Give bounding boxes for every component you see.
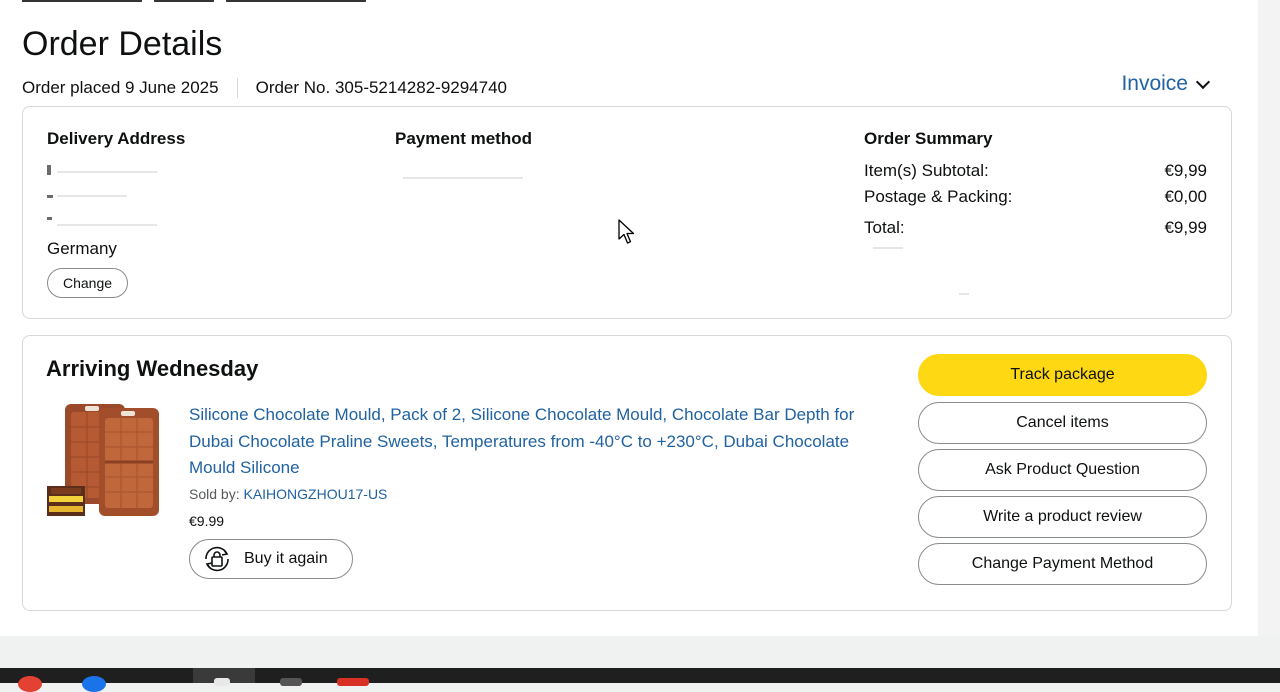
- redacted-address-line: [47, 165, 51, 175]
- order-summary-heading: Order Summary: [864, 129, 993, 148]
- summary-postage-row: Postage & Packing: €0,00: [864, 187, 1207, 207]
- page-title: Order Details: [22, 25, 223, 63]
- redacted-address-line: [57, 224, 157, 226]
- sold-by: Sold by: KAIHONGZHOU17-US: [189, 486, 387, 502]
- redacted-summary-line: [873, 247, 903, 249]
- payment-method-heading: Payment method: [395, 129, 532, 148]
- product-image[interactable]: [47, 402, 161, 522]
- sold-by-label: Sold by:: [189, 486, 240, 502]
- taskbar-app-icon[interactable]: [18, 676, 42, 692]
- item-price: €9.99: [189, 513, 225, 529]
- taskbar: [0, 668, 1280, 692]
- write-review-button[interactable]: Write a product review: [918, 496, 1207, 538]
- taskbar-app-icon[interactable]: [82, 676, 106, 692]
- product-title-link[interactable]: Silicone Chocolate Mould, Pack of 2, Sil…: [189, 402, 899, 482]
- redacted-payment-line: [403, 177, 523, 179]
- buy-again-button[interactable]: Buy it again: [189, 539, 353, 579]
- invoice-dropdown[interactable]: Invoice: [1121, 72, 1211, 96]
- page-scrollbar[interactable]: [1258, 0, 1280, 636]
- redacted-summary-line: [959, 293, 969, 295]
- mouse-cursor-icon: [618, 219, 635, 244]
- redacted-address-line: [57, 195, 127, 197]
- change-payment-method-button[interactable]: Change Payment Method: [918, 543, 1207, 585]
- summary-subtotal-row: Item(s) Subtotal: €9,99: [864, 161, 1207, 181]
- redacted-address-line: [47, 195, 53, 198]
- buy-again-label: Buy it again: [244, 550, 328, 567]
- invoice-label: Invoice: [1121, 72, 1188, 95]
- redacted-address-line: [47, 217, 52, 220]
- cut-off-heading: [22, 0, 382, 2]
- delivery-status-heading: Arriving Wednesday: [46, 356, 259, 381]
- shipment-card: Arriving Wednesday Silicone Chocolate Mo…: [22, 335, 1232, 611]
- order-details-page: Order Details Order placed 9 June 2025 O…: [0, 0, 1258, 636]
- summary-label: Total:: [864, 218, 905, 237]
- summary-value: €0,00: [1164, 187, 1207, 206]
- order-info-card: Delivery Address Germany Change Payment …: [22, 106, 1232, 319]
- summary-value: €9,99: [1164, 161, 1207, 180]
- chevron-down-icon: [1195, 74, 1211, 89]
- order-meta: Order placed 9 June 2025 Order No. 305-5…: [22, 76, 507, 100]
- summary-value: €9,99: [1164, 218, 1207, 237]
- redacted-address-line: [57, 171, 157, 173]
- cancel-items-button[interactable]: Cancel items: [918, 402, 1207, 444]
- taskbar-app-icon[interactable]: [280, 678, 302, 686]
- ask-product-question-button[interactable]: Ask Product Question: [918, 449, 1207, 491]
- summary-label: Item(s) Subtotal:: [864, 161, 989, 180]
- buy-again-icon: [205, 546, 229, 572]
- taskbar-app-icon[interactable]: [337, 678, 369, 686]
- meta-divider: [236, 78, 238, 98]
- track-package-button[interactable]: Track package: [918, 354, 1207, 396]
- delivery-country: Germany: [47, 239, 117, 258]
- taskbar-app-icon[interactable]: [214, 678, 230, 686]
- delivery-address-heading: Delivery Address: [47, 129, 186, 148]
- summary-total-row: Total: €9,99: [864, 218, 1207, 238]
- seller-link[interactable]: KAIHONGZHOU17-US: [243, 486, 387, 502]
- summary-label: Postage & Packing:: [864, 187, 1013, 206]
- order-number: Order No. 305-5214282-9294740: [255, 78, 507, 97]
- change-address-button[interactable]: Change: [47, 268, 129, 298]
- order-placed-date: Order placed 9 June 2025: [22, 78, 219, 97]
